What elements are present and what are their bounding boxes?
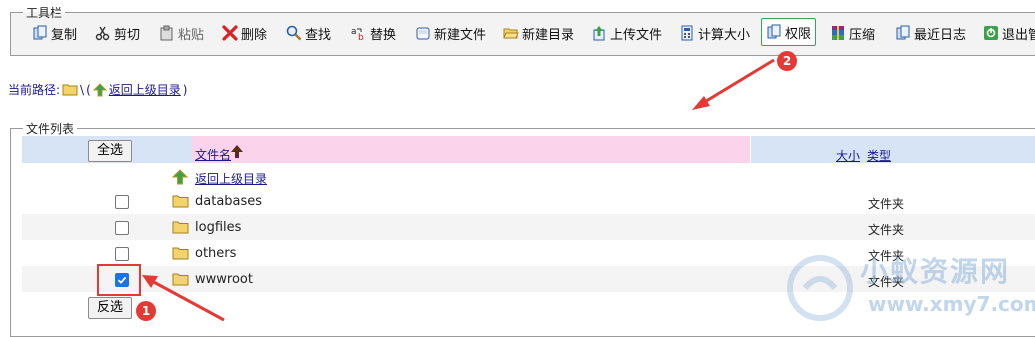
upload-file-button[interactable]: 上传文件 (591, 20, 662, 46)
folder-icon (172, 221, 189, 234)
recent-log-label: 最近日志 (914, 27, 967, 43)
new-folder-button[interactable]: 新建目录 (503, 20, 574, 46)
replace-button[interactable]: ab 替换 (351, 20, 396, 46)
select-all-button[interactable]: 全选 (88, 140, 132, 162)
file-name[interactable]: logfiles (195, 220, 241, 235)
file-name[interactable]: databases (195, 194, 262, 209)
replace-label: 替换 (370, 27, 397, 43)
invert-select-button[interactable]: 反选 (88, 297, 132, 319)
new-folder-label: 新建目录 (522, 27, 575, 43)
column-type-sort[interactable]: 类型 (867, 147, 891, 164)
find-label: 查找 (305, 27, 332, 43)
sort-up-arrow-icon (231, 145, 243, 158)
recent-log-button[interactable]: 最近日志 (895, 20, 966, 46)
delete-button[interactable]: 删除 (222, 20, 267, 46)
current-path: 当前路径: \ ( 返回上级目录 ) (8, 81, 187, 98)
row-checkbox[interactable] (115, 195, 129, 209)
header-name-cell (192, 136, 750, 163)
up-arrow-icon (172, 169, 188, 185)
current-path-label: 当前路径: (8, 83, 61, 97)
clipboard-icon (160, 25, 173, 41)
upload-icon (593, 26, 605, 41)
file-type: 文件夹 (868, 197, 905, 211)
find-button[interactable]: 查找 (286, 20, 331, 46)
cut-button[interactable]: 剪切 (95, 20, 140, 46)
folder-icon (172, 247, 189, 260)
file-list-legend: 文件列表 (26, 122, 75, 136)
copy-label: 复制 (51, 27, 78, 43)
list-up-link[interactable]: 返回上级目录 (195, 170, 267, 187)
magnifier-icon (286, 25, 302, 41)
watermark-logo (787, 255, 853, 321)
permissions-icon (767, 24, 781, 39)
red-x-icon (222, 25, 238, 41)
paste-label: 粘贴 (178, 27, 205, 43)
log-icon (896, 25, 910, 40)
toolbar-legend: 工具栏 (26, 6, 63, 20)
svg-text:b: b (358, 33, 364, 41)
column-name-sort[interactable]: 文件名 (195, 146, 231, 163)
column-size-sort[interactable]: 大小 (836, 147, 860, 164)
scissors-icon (95, 26, 110, 41)
annotation-arrow-2 (692, 58, 775, 110)
archive-icon (832, 26, 844, 40)
folder-open-icon (503, 28, 519, 39)
new-file-button[interactable]: 新建文件 (415, 20, 486, 46)
file-name[interactable]: others (195, 246, 236, 261)
logout-button[interactable]: 退出管 (983, 20, 1035, 46)
header-icon-cell (136, 136, 192, 163)
calc-size-label: 计算大小 (698, 27, 751, 43)
folder-icon (172, 195, 189, 208)
calculator-icon (681, 25, 693, 41)
file-type: 文件夹 (868, 223, 905, 237)
copy-icon (33, 25, 47, 40)
delete-label: 删除 (241, 27, 268, 43)
upload-file-label: 上传文件 (610, 27, 663, 43)
replace-icon: ab (351, 27, 364, 41)
annotation-highlight-1 (97, 264, 141, 296)
current-path-value: \ (80, 82, 85, 97)
annotation-badge-2: 2 (777, 51, 797, 71)
permissions-button[interactable]: 权限 (761, 18, 817, 46)
permissions-label: 权限 (785, 26, 812, 42)
watermark-text: 小蚁资源网 (860, 255, 1011, 288)
row-checkbox[interactable] (115, 247, 129, 261)
compress-label: 压缩 (849, 27, 876, 43)
cut-label: 剪切 (114, 27, 141, 43)
logout-label: 退出管 (1002, 27, 1035, 43)
copy-button[interactable]: 复制 (32, 20, 77, 46)
calc-size-button[interactable]: 计算大小 (679, 20, 750, 46)
row-checkbox[interactable] (115, 221, 129, 235)
paste-button[interactable]: 粘贴 (159, 20, 204, 46)
logout-icon (984, 26, 998, 40)
path-open-paren: ( (86, 82, 91, 97)
svg-text:a: a (351, 27, 357, 37)
path-close-paren: ) (182, 82, 188, 97)
annotation-arrow-1 (142, 275, 225, 322)
watermark-url: www.xmy7.com (868, 292, 1035, 316)
new-file-label: 新建文件 (434, 27, 487, 43)
compress-button[interactable]: 压缩 (830, 20, 875, 46)
folder-icon (62, 84, 78, 95)
up-arrow-icon (92, 82, 107, 96)
path-up-link[interactable]: 返回上级目录 (109, 81, 181, 98)
new-file-icon (416, 27, 430, 40)
